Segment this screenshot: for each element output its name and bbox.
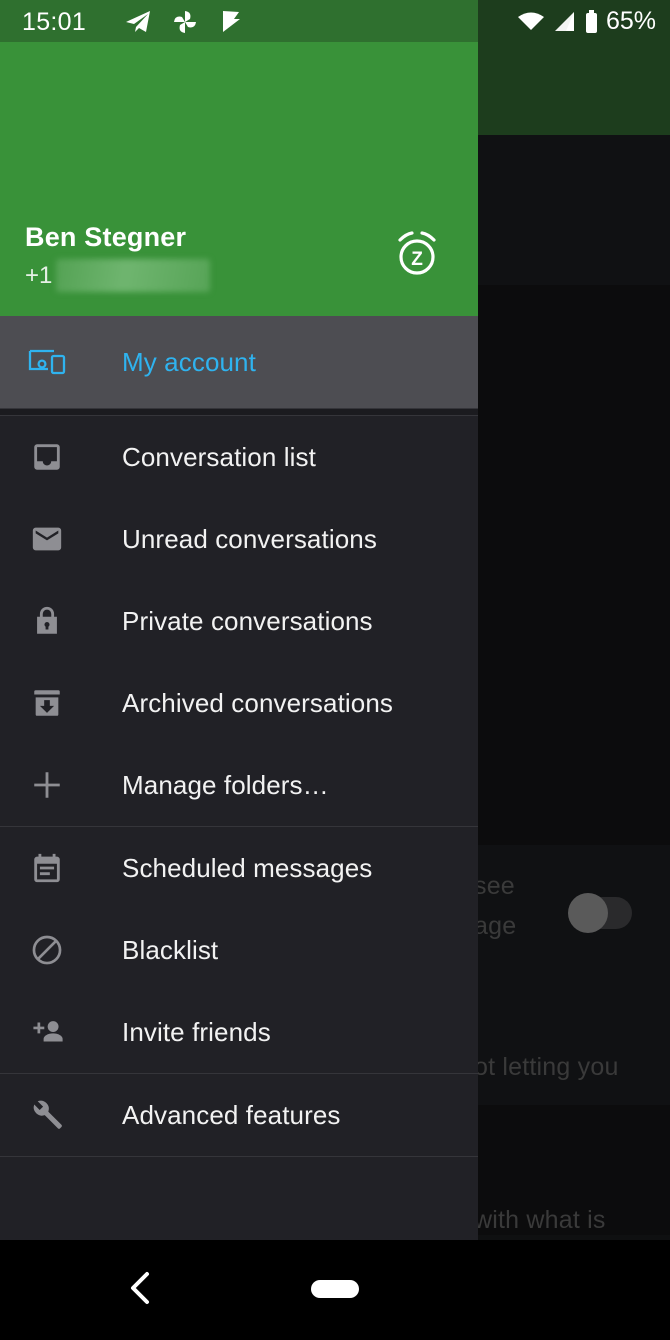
drawer-item-advanced-features[interactable]: Advanced features: [0, 1074, 478, 1156]
drawer-item-label: My account: [122, 346, 256, 377]
navigation-drawer: Ben Stegner +1 Z My account Conversation…: [0, 0, 478, 1240]
toggle-knob: [568, 893, 608, 933]
divider: [0, 1156, 478, 1157]
drawer-item-my-account[interactable]: My account: [0, 316, 478, 408]
alarm-snooze-icon[interactable]: Z: [391, 228, 443, 280]
drawer-item-unread-conversations[interactable]: Unread conversations: [0, 498, 478, 580]
home-pill-icon[interactable]: [311, 1280, 359, 1298]
drawer-menu-list: My account Conversation list Unread conv…: [0, 316, 478, 1240]
lock-icon: [24, 604, 70, 638]
background-toggle-switch[interactable]: [568, 893, 632, 933]
background-text: age: [474, 912, 517, 940]
wrench-icon: [24, 1097, 70, 1133]
plus-icon: [24, 768, 70, 802]
drawer-item-scheduled-messages[interactable]: Scheduled messages: [0, 827, 478, 909]
background-text: ot letting you: [474, 1053, 619, 1081]
drawer-item-label: Scheduled messages: [122, 852, 373, 883]
archive-icon: [24, 686, 70, 720]
chevron-back-icon[interactable]: [125, 1270, 159, 1306]
drawer-item-label: Advanced features: [122, 1099, 341, 1130]
inbox-icon: [24, 440, 70, 474]
block-circle-icon: [24, 933, 70, 967]
account-phone-redacted: [56, 259, 211, 292]
drawer-item-private-conversations[interactable]: Private conversations: [0, 580, 478, 662]
drawer-item-invite-friends[interactable]: Invite friends: [0, 991, 478, 1073]
drawer-item-manage-folders[interactable]: Manage folders…: [0, 744, 478, 826]
drawer-item-label: Unread conversations: [122, 523, 377, 554]
drawer-item-label: Invite friends: [122, 1016, 271, 1047]
svg-text:Z: Z: [411, 249, 423, 270]
account-phone: +1: [25, 259, 211, 292]
drawer-item-label: Manage folders…: [122, 769, 329, 800]
drawer-account-header[interactable]: Ben Stegner +1 Z: [0, 0, 478, 316]
account-name: Ben Stegner: [25, 222, 187, 252]
drawer-item-conversation-list[interactable]: Conversation list: [0, 416, 478, 498]
drawer-item-label: Private conversations: [122, 605, 373, 636]
calendar-icon: [24, 851, 70, 885]
envelope-icon: [24, 522, 70, 556]
drawer-item-label: Archived conversations: [122, 687, 393, 718]
background-text: see: [474, 872, 515, 900]
background-text: with what is: [474, 1206, 606, 1234]
devices-icon: [24, 347, 70, 377]
android-nav-bar: [0, 1240, 670, 1340]
drawer-item-blacklist[interactable]: Blacklist: [0, 909, 478, 991]
drawer-item-archived-conversations[interactable]: Archived conversations: [0, 662, 478, 744]
phone-screen: see age ot letting you with what is 15:0…: [0, 0, 670, 1340]
person-add-icon: [24, 1015, 70, 1049]
drawer-item-label: Blacklist: [122, 934, 219, 965]
account-country-code: +1: [25, 261, 53, 289]
drawer-item-label: Conversation list: [122, 441, 316, 472]
